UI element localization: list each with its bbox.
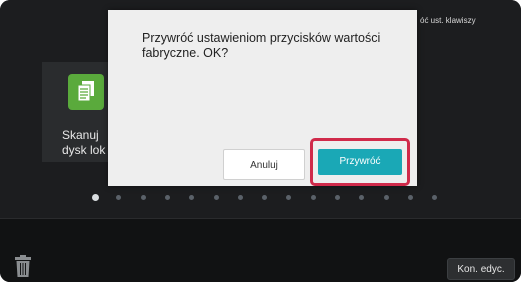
page-indicator [88,193,448,203]
restore-button-highlight: Przywróć [310,138,410,186]
page-dot[interactable] [383,195,389,200]
page-dot[interactable] [164,195,170,200]
page-dot[interactable] [116,195,122,200]
bottom-bar [0,218,521,282]
trash-icon[interactable] [14,255,32,277]
confirm-dialog: Przywróć ustawieniom przycisków wartości… [108,10,417,186]
page-dot[interactable] [237,195,243,200]
page-dot[interactable] [432,195,438,200]
page-dot[interactable] [286,195,292,200]
device-screen: óć ust. klawiszy Skanuj dysk lok Kon. ed… [0,0,521,282]
tile-label-line2: dysk lok [62,143,106,157]
scan-document-icon [68,74,104,110]
restore-button[interactable]: Przywróć [318,149,402,175]
restore-key-settings-label[interactable]: óć ust. klawiszy [420,16,476,25]
page-dot[interactable] [213,195,219,200]
page-dot[interactable] [189,195,195,200]
page-dot[interactable] [310,195,316,200]
page-dot[interactable] [359,195,365,200]
page-dot[interactable] [335,195,340,200]
page-dot[interactable] [262,195,268,200]
page-dot[interactable] [92,194,99,201]
finish-edit-button[interactable]: Kon. edyc. [447,258,515,280]
tile-label-line1: Skanuj [62,128,99,142]
page-dot[interactable] [407,195,413,200]
page-dot[interactable] [140,195,146,200]
dialog-message: Przywróć ustawieniom przycisków wartości… [142,31,381,60]
cancel-button[interactable]: Anuluj [223,149,305,180]
